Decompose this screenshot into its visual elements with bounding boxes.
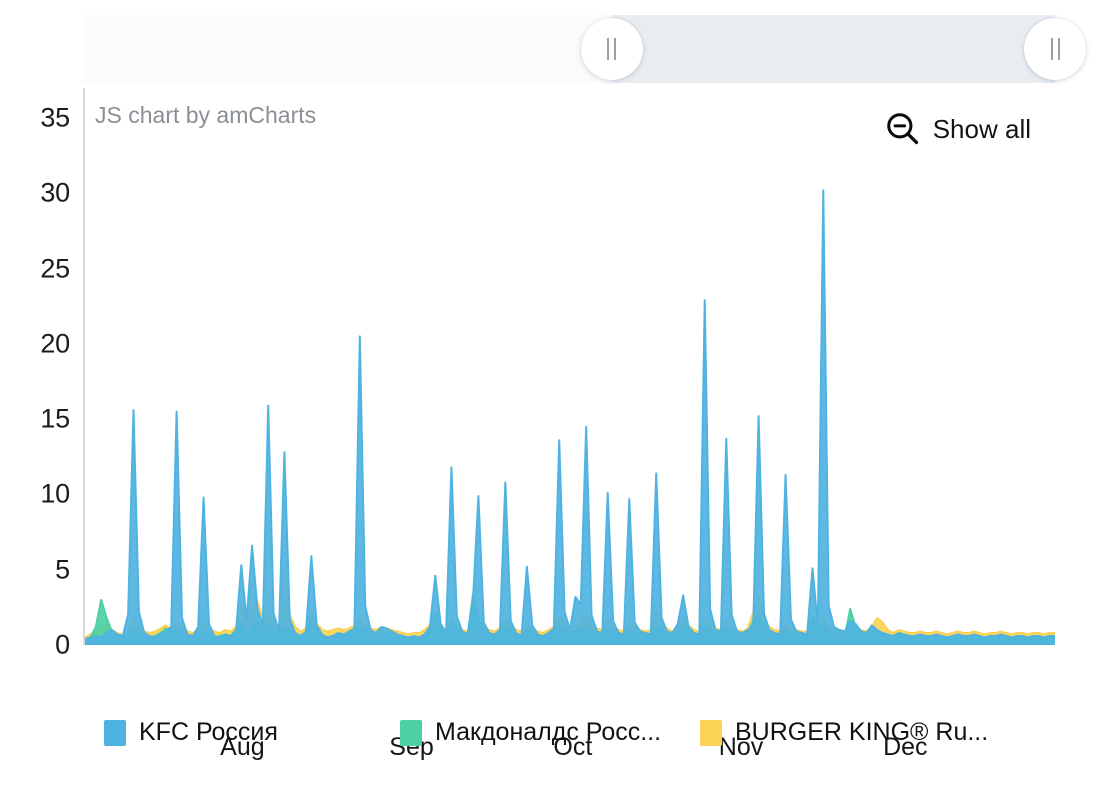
chart-page: 0 5 10 15 20 25 30 35 JS chart by amCharts Show… xyxy=(0,0,1094,796)
y-axis: 0 5 10 15 20 25 30 35 xyxy=(0,85,70,660)
show-all-button[interactable]: Show all xyxy=(884,110,1031,148)
legend-item[interactable]: KFC Россия xyxy=(104,718,278,747)
chart-legend: KFC Россия Макдоналдс Росс... BURGER KING®… xyxy=(0,718,1094,768)
scrollbar-left-grip[interactable] xyxy=(580,18,643,80)
y-axis-tick: 20 xyxy=(40,328,70,359)
amcharts-watermark: JS chart by amCharts xyxy=(95,102,317,128)
y-axis-tick: 10 xyxy=(40,478,70,509)
grip-lines-icon xyxy=(607,38,617,60)
legend-label: KFC Россия xyxy=(139,718,278,746)
series-area xyxy=(85,189,1055,645)
legend-color-swatch xyxy=(104,719,126,746)
series-svg xyxy=(85,189,1055,645)
legend-label: Макдоналдс Росс... xyxy=(435,718,662,746)
scrollbar-selection[interactable] xyxy=(611,15,1055,83)
plot-area[interactable]: JS chart by amCharts Show all xyxy=(83,88,1055,645)
chart-range-scrollbar[interactable] xyxy=(83,15,1086,83)
legend-label: BURGER KING® Ru... xyxy=(735,718,989,746)
legend-color-swatch xyxy=(400,719,422,746)
y-axis-tick: 25 xyxy=(40,253,70,284)
chart-container: 0 5 10 15 20 25 30 35 JS chart by amCharts Show… xyxy=(0,85,1094,761)
y-axis-tick: 15 xyxy=(40,403,70,434)
zoom-out-icon xyxy=(886,113,918,145)
y-axis-tick: 30 xyxy=(40,177,70,208)
grip-lines-icon xyxy=(1050,38,1060,60)
legend-item[interactable]: BURGER KING® Ru... xyxy=(700,718,988,747)
show-all-label: Show all xyxy=(932,113,1031,144)
y-axis-tick: 35 xyxy=(40,102,70,133)
legend-item[interactable]: Макдоналдс Росс... xyxy=(400,718,661,747)
y-axis-tick: 0 xyxy=(55,629,70,660)
legend-color-swatch xyxy=(700,719,722,746)
y-axis-tick: 5 xyxy=(55,554,70,585)
scrollbar-right-grip[interactable] xyxy=(1024,18,1086,80)
